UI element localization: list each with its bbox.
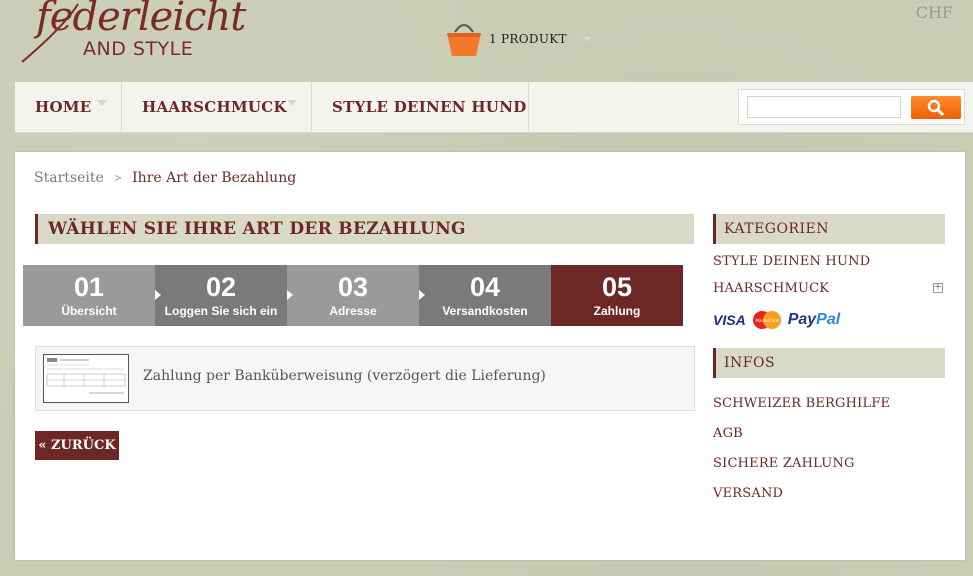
step-label: Übersicht <box>61 303 117 318</box>
nav-item-label: HOME <box>35 98 92 116</box>
mastercard-logo: MasterCard <box>752 311 781 329</box>
site-logo[interactable]: federleicht AND STYLE <box>18 0 246 70</box>
breadcrumb-separator: > <box>113 172 123 184</box>
step-label: Zahlung <box>593 303 641 318</box>
step-shipping: 04 Versandkosten <box>419 265 551 326</box>
breadcrumb: Startseite > Ihre Art der Bezahlung <box>34 170 296 186</box>
step-number: 03 <box>337 271 369 302</box>
payment-option-label: Zahlung per Banküberweisung (verzögert d… <box>143 368 546 384</box>
payment-logos: VISA MasterCard PayPal <box>713 310 945 330</box>
page-title: WÄHLEN SIE IHRE ART DER BEZAHLUNG <box>35 214 694 244</box>
paypal-logo-pay: Pay <box>787 311 817 328</box>
logo-sub-text: AND STYLE <box>83 38 194 60</box>
info-link[interactable]: VERSAND <box>713 486 945 501</box>
step-label: Versandkosten <box>442 303 528 318</box>
search-box <box>738 89 965 125</box>
search-icon <box>927 99 945 116</box>
mastercard-logo-text: MasterCard <box>755 318 778 323</box>
step-number: 01 <box>73 271 105 302</box>
step-login: 02 Loggen Sie sich ein <box>155 265 293 326</box>
step-payment: 05 Zahlung <box>551 265 683 326</box>
search-button[interactable] <box>911 96 961 119</box>
checkout-steps: 01 Übersicht 02 Loggen Sie sich ein 03 A… <box>23 265 683 326</box>
paypal-logo-pal: Pal <box>816 311 841 328</box>
category-link-haarschmuck[interactable]: HAARSCHMUCK + <box>713 281 945 296</box>
step-label: Loggen Sie sich ein <box>164 303 278 318</box>
chevron-down-icon <box>287 100 297 106</box>
nav-item-label: STYLE DEINEN HUND <box>332 98 527 116</box>
step-number: 05 <box>601 271 633 302</box>
logo-script-text: federleicht <box>36 0 246 40</box>
search-input[interactable] <box>747 96 901 118</box>
nav-item-style-deinen-hund[interactable]: STYLE DEINEN HUND <box>312 82 529 132</box>
step-number: 04 <box>469 271 501 302</box>
bank-transfer-form-icon <box>43 354 129 403</box>
category-link[interactable]: STYLE DEINEN HUND <box>713 254 945 269</box>
nav-item-label: HAARSCHMUCK <box>142 98 287 116</box>
cart-count-label: 1 PRODUKT <box>489 32 567 46</box>
step-arrow-icon <box>155 290 161 300</box>
step-address: 03 Adresse <box>287 265 425 326</box>
visa-logo: VISA <box>713 312 746 328</box>
categories-heading: KATEGORIEN <box>713 214 945 244</box>
content-panel: Startseite > Ihre Art der Bezahlung WÄHL… <box>15 152 965 560</box>
chevron-down-icon[interactable] <box>582 37 591 42</box>
sidebar: KATEGORIEN STYLE DEINEN HUND HAARSCHMUCK… <box>713 214 945 501</box>
step-arrow-icon <box>419 290 425 300</box>
info-link[interactable]: AGB <box>713 426 945 441</box>
step-number: 02 <box>205 271 237 302</box>
category-link-label: HAARSCHMUCK <box>713 281 830 296</box>
back-button[interactable]: « ZURÜCK <box>35 431 119 460</box>
step-arrow-icon <box>287 290 293 300</box>
expand-plus-icon[interactable]: + <box>933 283 943 293</box>
chevron-down-icon <box>97 100 107 106</box>
paypal-logo: PayPal <box>788 311 840 329</box>
step-overview: 01 Übersicht <box>23 265 161 326</box>
breadcrumb-current: Ihre Art der Bezahlung <box>132 170 297 186</box>
payment-option-bankwire[interactable]: Zahlung per Banküberweisung (verzögert d… <box>35 346 695 411</box>
currency-selector[interactable]: CHF <box>916 3 953 22</box>
nav-item-haarschmuck[interactable]: HAARSCHMUCK <box>122 82 312 132</box>
cart-link[interactable]: 1 PRODUKT <box>445 18 591 58</box>
nav-item-home[interactable]: HOME <box>15 82 122 132</box>
info-link[interactable]: SICHERE ZAHLUNG <box>713 456 945 471</box>
basket-icon <box>447 24 481 56</box>
step-label: Adresse <box>329 303 377 318</box>
breadcrumb-home-link[interactable]: Startseite <box>34 170 104 186</box>
info-link[interactable]: SCHWEIZER BERGHILFE <box>713 396 945 411</box>
infos-heading: INFOS <box>713 348 945 378</box>
